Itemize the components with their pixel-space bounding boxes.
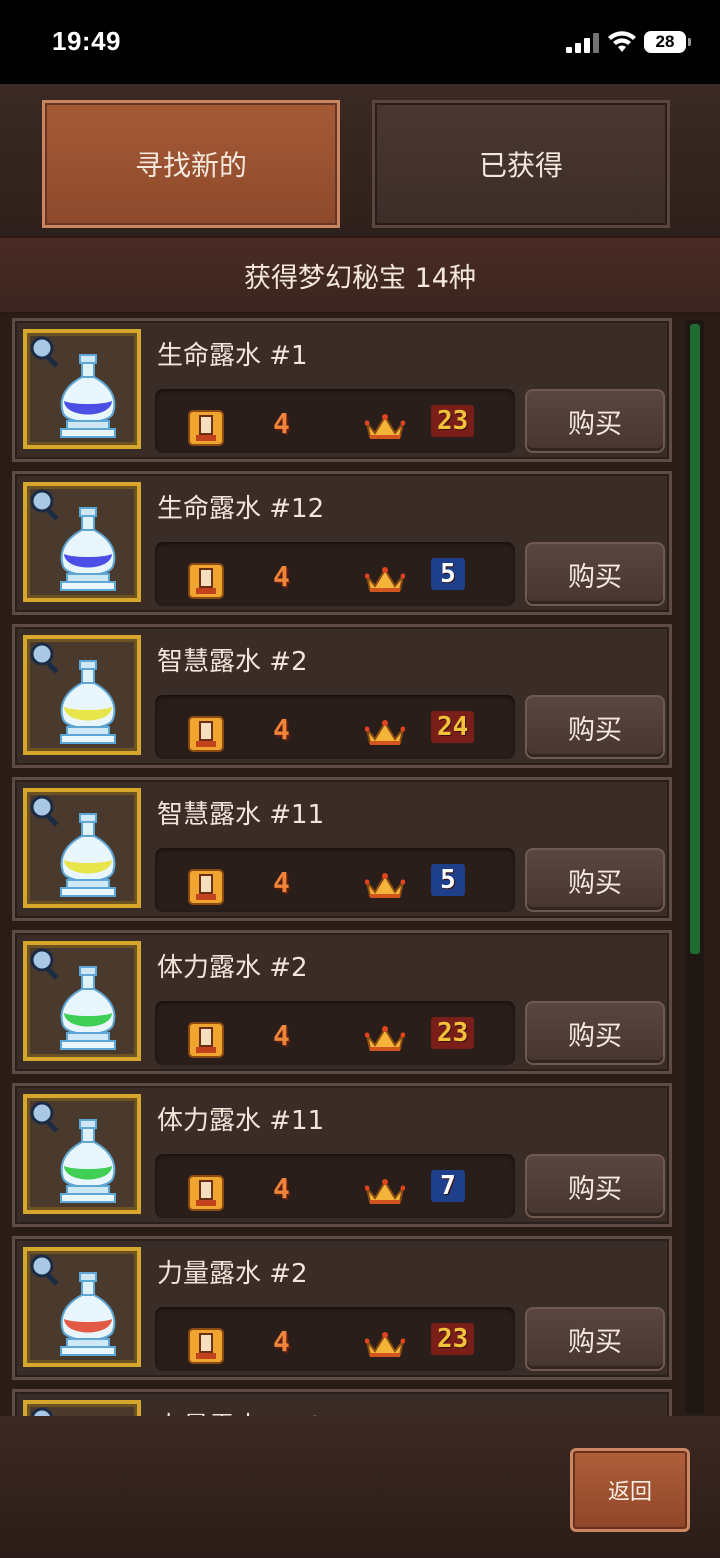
buy-button[interactable]: 购买: [525, 542, 665, 606]
treasure-row: 力量露水 #2 4 23 购买: [12, 1236, 672, 1380]
item-name: 力量露水 #2: [157, 1259, 308, 1289]
treasure-row: 智慧露水 #11 4 5 购买: [12, 777, 672, 921]
battery-icon: 28: [644, 31, 686, 53]
crown-icon: [365, 1332, 405, 1357]
crown-icon: [365, 1179, 405, 1204]
scroll-icon: [188, 1175, 224, 1211]
item-name: 体力露水 #2: [157, 953, 308, 983]
item-icon-frame[interactable]: [23, 635, 141, 755]
item-value-2: 7: [431, 1170, 465, 1202]
buy-button[interactable]: 购买: [525, 389, 665, 453]
item-icon-frame[interactable]: [23, 1400, 141, 1416]
tab-find-new[interactable]: 寻找新的: [42, 100, 340, 228]
item-value-2: 23: [431, 1017, 475, 1049]
item-value-1: 4: [273, 1172, 290, 1205]
item-icon-frame[interactable]: [23, 482, 141, 602]
item-icon-frame[interactable]: [23, 1247, 141, 1367]
buy-button[interactable]: 购买: [525, 848, 665, 912]
item-stats: 4 24: [155, 695, 515, 759]
magnifier-icon[interactable]: [29, 794, 63, 828]
item-stats: 4 23: [155, 389, 515, 453]
magnifier-icon[interactable]: [29, 1253, 63, 1287]
item-value-1: 4: [273, 866, 290, 899]
item-value-2: 24: [431, 711, 475, 743]
cellular-signal-icon: [566, 33, 600, 53]
potion-flask-icon: [60, 660, 116, 744]
potion-flask-icon: [60, 1272, 116, 1356]
item-stats: 4 5: [155, 542, 515, 606]
summary-title: 获得梦幻秘宝 14种: [244, 263, 476, 294]
scroll-icon: [188, 869, 224, 905]
item-value-1: 4: [273, 407, 290, 440]
status-bar: 19:49 28: [0, 0, 720, 84]
treasure-list[interactable]: 生命露水 #1 4 23 购买 生命露水 #12 4 5 购买 智慧露水 #2 …: [12, 318, 672, 1416]
item-stats: 4 23: [155, 1001, 515, 1065]
list-scrollbar-thumb[interactable]: [690, 324, 700, 954]
scroll-icon: [188, 563, 224, 599]
treasure-row: 生命露水 #1 4 23 购买: [12, 318, 672, 462]
item-value-1: 4: [273, 713, 290, 746]
treasure-row: 体力露水 #11 4 7 购买: [12, 1083, 672, 1227]
item-stats: 4 7: [155, 1154, 515, 1218]
magnifier-icon[interactable]: [29, 1406, 63, 1416]
magnifier-icon[interactable]: [29, 947, 63, 981]
crown-icon: [365, 414, 405, 439]
crown-icon: [365, 873, 405, 898]
buy-button[interactable]: 购买: [525, 695, 665, 759]
crown-icon: [365, 1026, 405, 1051]
item-stats: 4 5: [155, 848, 515, 912]
battery-tip: [688, 38, 691, 46]
item-name: 智慧露水 #2: [157, 647, 308, 677]
magnifier-icon[interactable]: [29, 1100, 63, 1134]
item-name: 体力露水 #11: [157, 1106, 325, 1136]
scroll-icon: [188, 1328, 224, 1364]
magnifier-icon[interactable]: [29, 335, 63, 369]
treasure-row: 体力露水 #2 4 23 购买: [12, 930, 672, 1074]
magnifier-icon[interactable]: [29, 641, 63, 675]
item-value-2: 5: [431, 864, 465, 896]
item-value-2: 23: [431, 1323, 475, 1355]
item-value-1: 4: [273, 560, 290, 593]
potion-flask-icon: [60, 354, 116, 438]
back-button[interactable]: 返回: [570, 1448, 690, 1532]
crown-icon: [365, 567, 405, 592]
scroll-icon: [188, 410, 224, 446]
treasure-row: 力量露水 #12 购买: [12, 1389, 672, 1416]
scroll-icon: [188, 716, 224, 752]
buy-button[interactable]: 购买: [525, 1001, 665, 1065]
treasure-row: 生命露水 #12 4 5 购买: [12, 471, 672, 615]
item-icon-frame[interactable]: [23, 1094, 141, 1214]
item-icon-frame[interactable]: [23, 941, 141, 1061]
item-value-1: 4: [273, 1019, 290, 1052]
item-value-1: 4: [273, 1325, 290, 1358]
item-name: 力量露水 #12: [157, 1406, 324, 1416]
item-stats: 4 23: [155, 1307, 515, 1371]
potion-flask-icon: [60, 507, 116, 591]
potion-flask-icon: [60, 813, 116, 897]
scroll-icon: [188, 1022, 224, 1058]
wifi-icon: [608, 31, 636, 52]
treasure-row: 智慧露水 #2 4 24 购买: [12, 624, 672, 768]
item-value-2: 5: [431, 558, 465, 590]
item-value-2: 23: [431, 405, 475, 437]
buy-button[interactable]: 购买: [525, 1307, 665, 1371]
item-name: 生命露水 #1: [157, 341, 308, 371]
status-time: 19:49: [52, 26, 121, 56]
item-name: 生命露水 #12: [157, 494, 325, 524]
tab-obtained[interactable]: 已获得: [372, 100, 670, 228]
item-icon-frame[interactable]: [23, 329, 141, 449]
item-icon-frame[interactable]: [23, 788, 141, 908]
item-name: 智慧露水 #11: [157, 800, 325, 830]
potion-flask-icon: [60, 1119, 116, 1203]
buy-button[interactable]: 购买: [525, 1154, 665, 1218]
potion-flask-icon: [60, 966, 116, 1050]
crown-icon: [365, 720, 405, 745]
magnifier-icon[interactable]: [29, 488, 63, 522]
